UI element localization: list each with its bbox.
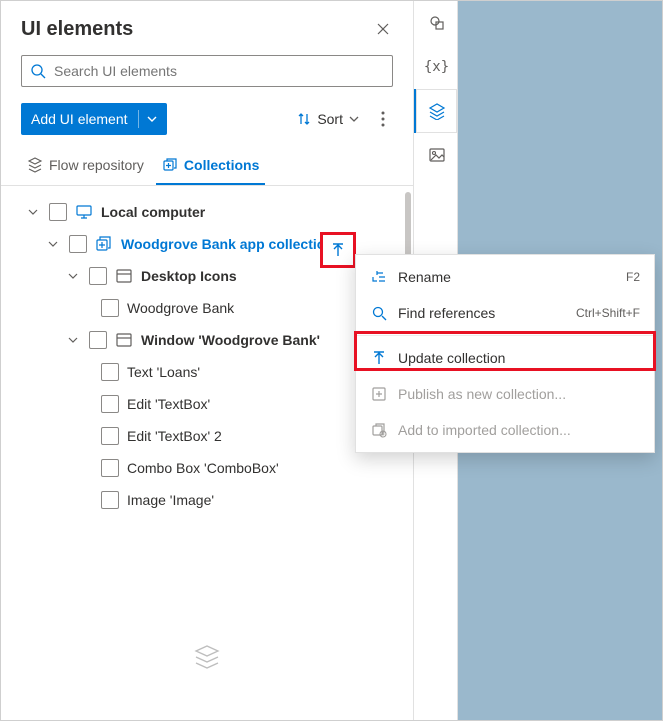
menu-separator	[356, 335, 654, 336]
variables-icon: {x}	[424, 59, 449, 75]
menu-item-label: Add to imported collection...	[398, 422, 640, 438]
checkbox[interactable]	[101, 427, 119, 445]
chevron-down-icon[interactable]	[25, 204, 41, 220]
menu-item-rename[interactable]: Rename F2	[356, 259, 654, 295]
window-icon	[115, 267, 133, 285]
rail-button-layers[interactable]	[414, 89, 457, 133]
checkbox[interactable]	[101, 491, 119, 509]
chevron-down-icon[interactable]	[45, 236, 61, 252]
tree-label: Text 'Loans'	[127, 364, 200, 380]
rail-button-variables[interactable]: {x}	[414, 45, 457, 89]
tree-label: Woodgrove Bank app collection	[121, 236, 334, 252]
sort-label: Sort	[317, 111, 343, 127]
empty-state-stack-icon	[193, 643, 221, 674]
tree-node-item[interactable]: Combo Box 'ComboBox'	[1, 452, 407, 484]
rail-button-shapes[interactable]	[414, 1, 457, 45]
update-icon	[370, 349, 388, 367]
tree-node-item[interactable]: Image 'Image'	[1, 484, 407, 516]
image-icon	[428, 146, 446, 164]
collection-icon	[162, 157, 178, 173]
tree-label: Combo Box 'ComboBox'	[127, 460, 279, 476]
add-collection-icon	[370, 421, 388, 439]
checkbox[interactable]	[69, 235, 87, 253]
rail-button-images[interactable]	[414, 133, 457, 177]
tree-label: Edit 'TextBox' 2	[127, 428, 222, 444]
scrollbar-thumb[interactable]	[405, 192, 411, 262]
layers-icon	[428, 102, 446, 120]
menu-item-accelerator: F2	[626, 270, 640, 284]
search-icon	[30, 63, 46, 79]
tree-node-root[interactable]: Local computer	[1, 196, 407, 228]
checkbox[interactable]	[89, 331, 107, 349]
more-options-button[interactable]	[369, 105, 397, 133]
update-icon	[330, 242, 346, 258]
tree-label: Local computer	[101, 204, 205, 220]
checkbox[interactable]	[101, 299, 119, 317]
more-vertical-icon	[381, 111, 385, 127]
computer-icon	[75, 203, 93, 221]
tree-node-group[interactable]: Window 'Woodgrove Bank'	[1, 324, 407, 356]
chevron-down-icon[interactable]	[65, 332, 81, 348]
search-input-wrap[interactable]	[21, 55, 393, 87]
rename-icon	[370, 268, 388, 286]
context-menu: Rename F2 Find references Ctrl+Shift+F U…	[355, 254, 655, 453]
close-icon[interactable]	[369, 15, 397, 43]
sort-button[interactable]: Sort	[291, 103, 365, 135]
chevron-down-icon	[147, 114, 157, 124]
window-icon	[115, 331, 133, 349]
collection-icon	[95, 235, 113, 253]
chevron-down-icon	[349, 114, 359, 124]
menu-item-add-imported: Add to imported collection...	[356, 412, 654, 448]
tree-node-item[interactable]: Text 'Loans'	[1, 356, 407, 388]
update-collection-row-button[interactable]	[320, 232, 356, 268]
shapes-icon	[428, 14, 446, 32]
tree-label: Edit 'TextBox'	[127, 396, 210, 412]
add-ui-element-button[interactable]: Add UI element	[21, 103, 167, 135]
tree-node-item[interactable]: Woodgrove Bank	[1, 292, 407, 324]
menu-item-publish-collection: Publish as new collection...	[356, 376, 654, 412]
tree-label: Window 'Woodgrove Bank'	[141, 332, 320, 348]
ui-elements-panel: UI elements Add UI element Sort	[1, 1, 414, 720]
checkbox[interactable]	[101, 363, 119, 381]
menu-item-label: Rename	[398, 269, 616, 285]
menu-item-find-references[interactable]: Find references Ctrl+Shift+F	[356, 295, 654, 331]
checkbox[interactable]	[101, 395, 119, 413]
tab-collections[interactable]: Collections	[156, 147, 265, 185]
checkbox[interactable]	[49, 203, 67, 221]
tab-bar: Flow repository Collections	[1, 147, 413, 186]
tree-node-item[interactable]: Edit 'TextBox' 2	[1, 420, 407, 452]
tree-label: Woodgrove Bank	[127, 300, 234, 316]
checkbox[interactable]	[89, 267, 107, 285]
tab-flow-repository-label: Flow repository	[49, 157, 144, 173]
add-ui-element-label: Add UI element	[31, 111, 128, 127]
tree-node-item[interactable]: Edit 'TextBox'	[1, 388, 407, 420]
publish-icon	[370, 385, 388, 403]
menu-item-label: Update collection	[398, 350, 640, 366]
panel-title: UI elements	[21, 18, 133, 41]
sort-icon	[297, 112, 311, 126]
menu-item-update-collection[interactable]: Update collection	[356, 340, 654, 376]
search-input[interactable]	[52, 62, 384, 80]
menu-item-label: Find references	[398, 305, 566, 321]
tab-collections-label: Collections	[184, 157, 259, 173]
tree-label: Desktop Icons	[141, 268, 237, 284]
menu-item-label: Publish as new collection...	[398, 386, 640, 402]
tree-view[interactable]: Local computer Woodgrove Bank app collec…	[1, 186, 413, 720]
tree-label: Image 'Image'	[127, 492, 214, 508]
checkbox[interactable]	[101, 459, 119, 477]
repository-icon	[27, 157, 43, 173]
chevron-down-icon[interactable]	[65, 268, 81, 284]
button-divider	[138, 110, 139, 128]
tab-flow-repository[interactable]: Flow repository	[21, 147, 150, 185]
menu-item-accelerator: Ctrl+Shift+F	[576, 306, 640, 320]
search-icon	[370, 304, 388, 322]
